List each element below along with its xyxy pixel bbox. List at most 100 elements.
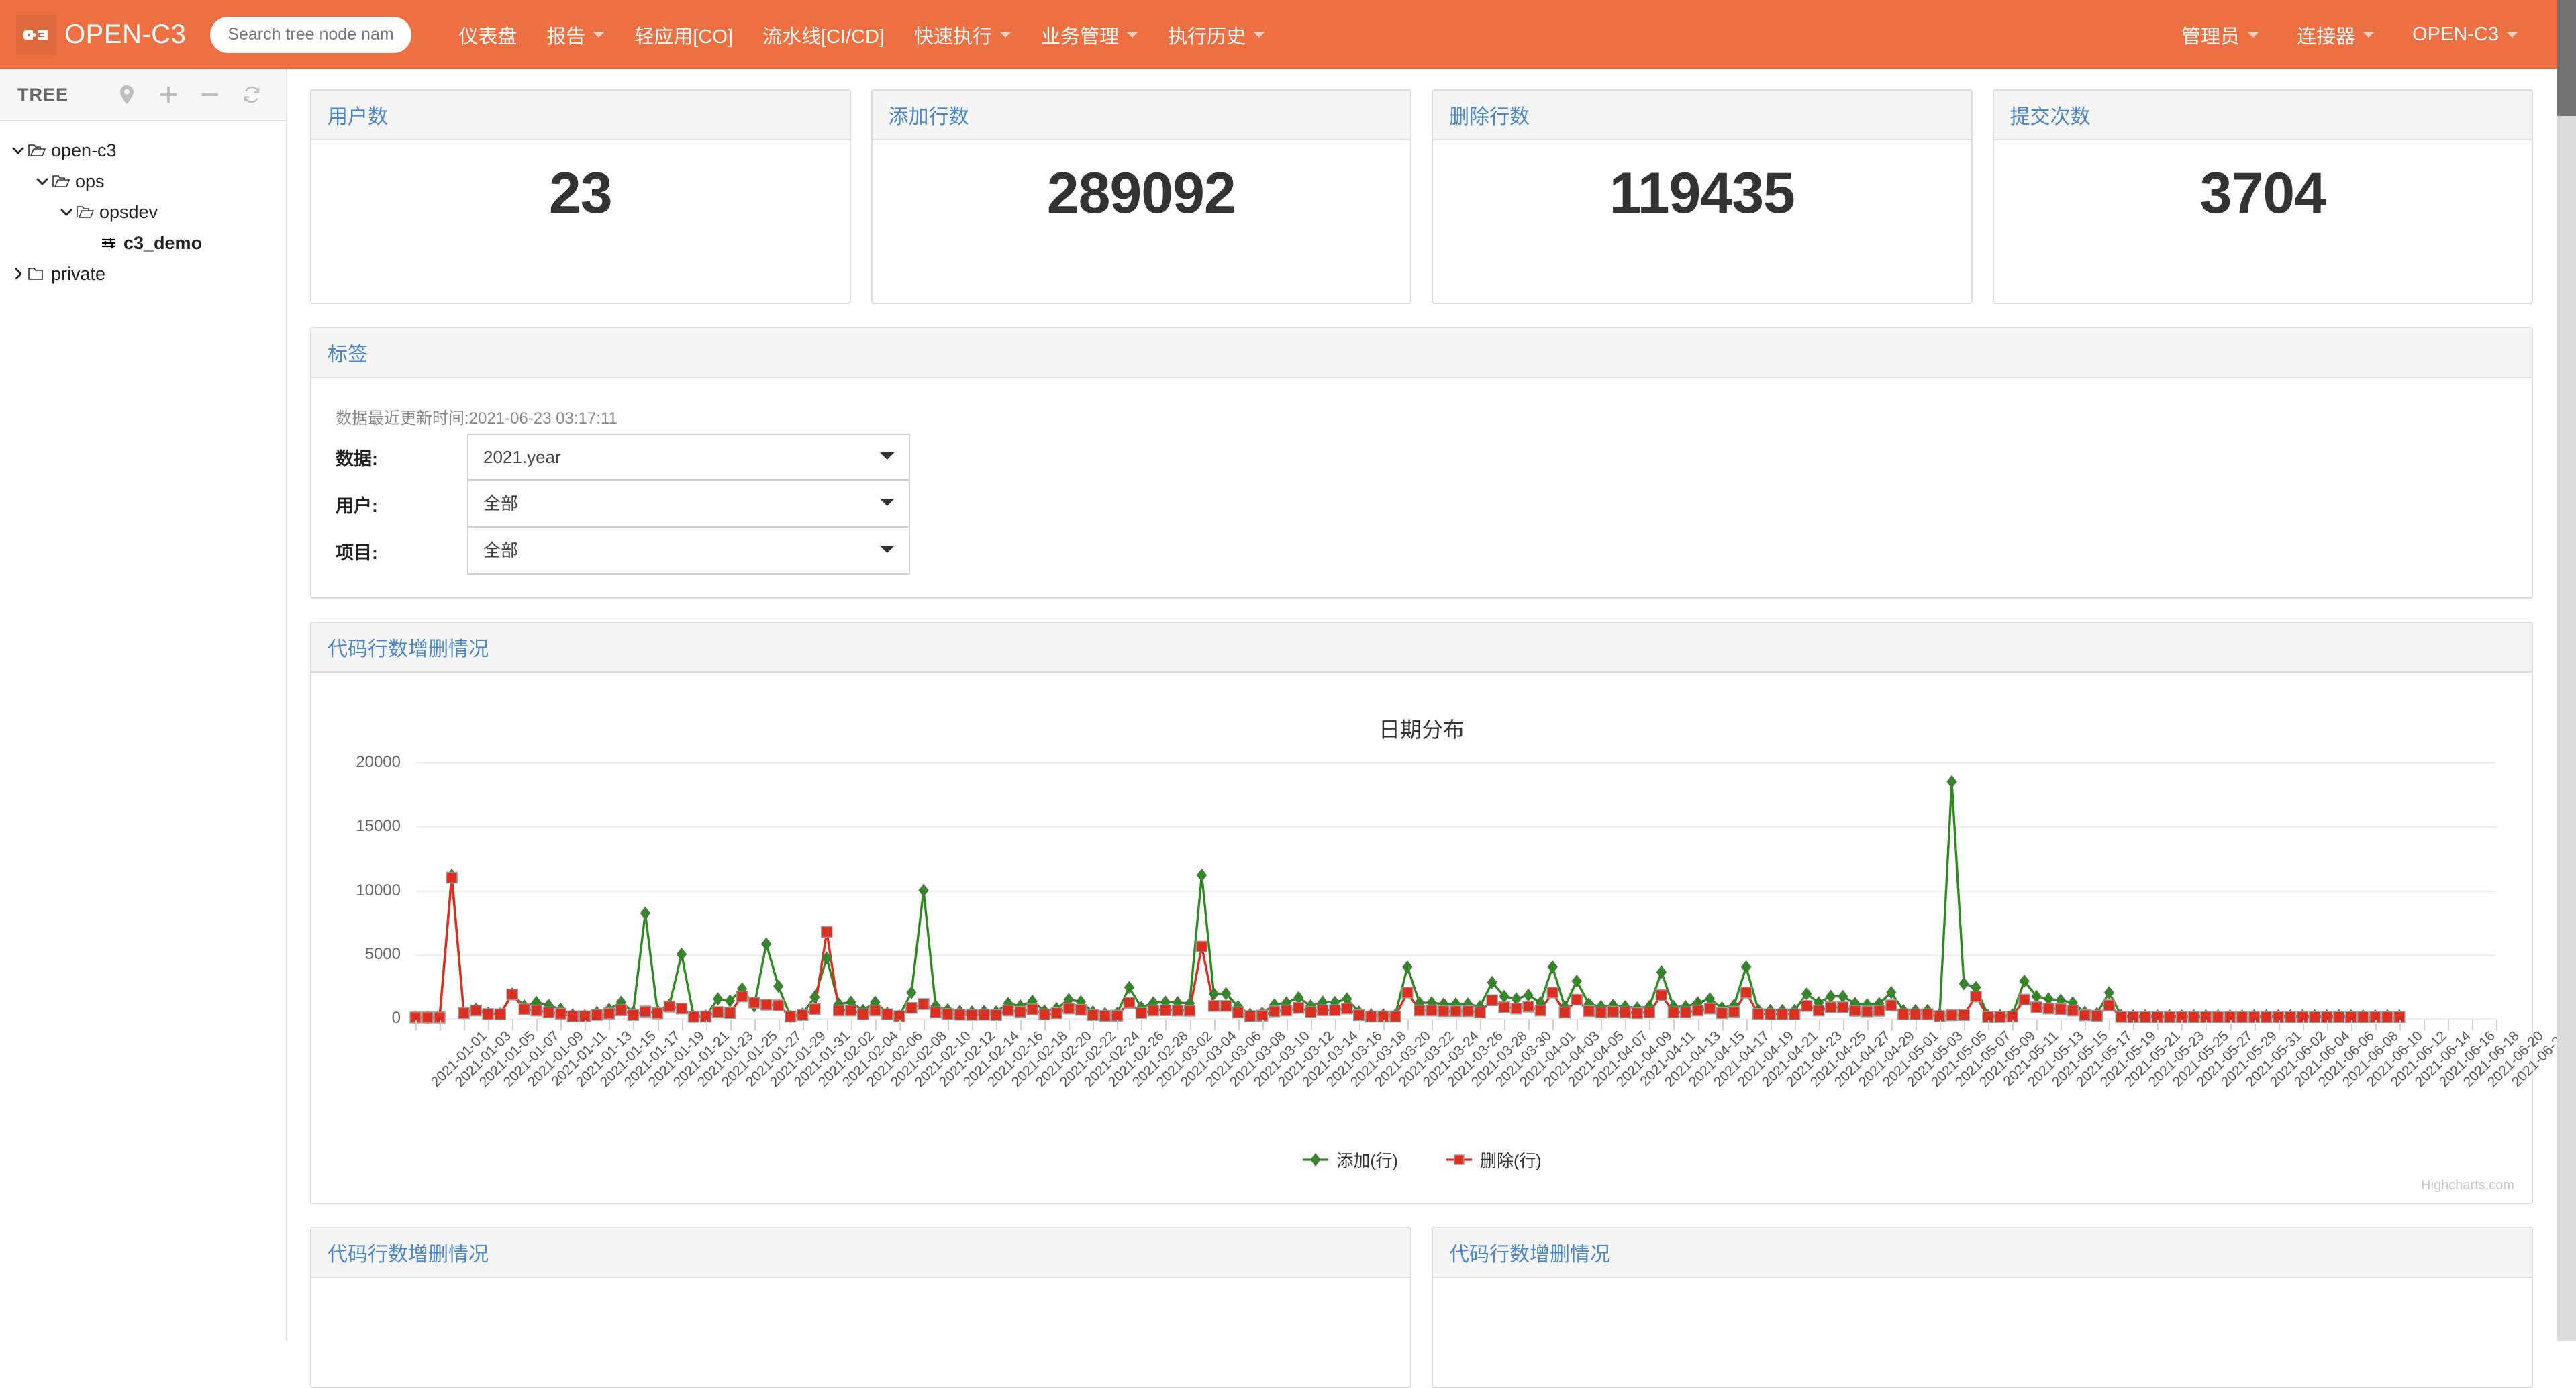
- nav-item-1[interactable]: 报告: [532, 21, 620, 49]
- tree-node-c3_demo[interactable]: c3_demo: [0, 228, 286, 258]
- filter-select-1[interactable]: 全部: [467, 481, 910, 528]
- nav-right-item-1[interactable]: 连接器: [2278, 21, 2393, 49]
- series-point-1: [858, 1009, 869, 1020]
- legend-item-0[interactable]: 添加(行): [1301, 1148, 1398, 1172]
- series-point-1: [1124, 997, 1134, 1008]
- series-point-1: [1438, 1006, 1449, 1017]
- tree-node-list: open-c3opsopsdevc3_demoprivate: [0, 121, 286, 289]
- remove-node-icon[interactable]: [189, 76, 231, 113]
- series-point-1: [1874, 1005, 1885, 1016]
- nav-right-item-0[interactable]: 管理员: [2163, 21, 2278, 49]
- series-point-1: [1173, 1005, 1183, 1016]
- series-point-1: [1741, 987, 1752, 998]
- legend-item-1[interactable]: 删除(行): [1445, 1148, 1542, 1172]
- x-axis-tickmark: [1214, 1020, 1216, 1030]
- tree-panel-title: TREE: [17, 85, 68, 105]
- x-axis-tickmark: [2085, 1020, 2086, 1030]
- x-axis-tickmark: [488, 1020, 489, 1030]
- x-axis-tickmark: [1649, 1020, 1650, 1030]
- x-axis-tickmark: [851, 1020, 852, 1030]
- series-point-1: [1330, 1005, 1340, 1015]
- search-box[interactable]: [210, 17, 411, 53]
- series-point-1: [1475, 1007, 1485, 1018]
- tree-node-opsdev[interactable]: opsdev: [0, 197, 286, 228]
- series-point-1: [470, 1005, 481, 1016]
- series-point-1: [603, 1008, 614, 1019]
- page-scrollbar-thumb[interactable]: [2557, 0, 2576, 116]
- nav-right-item-2[interactable]: OPEN-C3: [2393, 23, 2537, 46]
- tree-expand-right-icon[interactable]: [8, 268, 28, 280]
- tree-expand-down-icon[interactable]: [8, 146, 28, 155]
- x-axis-tickmark: [730, 1020, 732, 1030]
- series-point-1: [809, 1004, 820, 1015]
- open-c3-logo-icon: [16, 15, 56, 55]
- nav-item-2[interactable]: 轻应用[CO]: [620, 21, 748, 49]
- folder-closed-icon: [28, 266, 46, 281]
- x-axis-tickmark: [633, 1020, 634, 1030]
- x-axis-tickmark: [1311, 1020, 1312, 1030]
- nav-item-6[interactable]: 执行历史: [1153, 21, 1280, 49]
- series-point-1: [495, 1009, 505, 1020]
- top-navigation-bar: OPEN-C3 仪表盘报告轻应用[CO] 流水线[CI/CD] 快速执行业务管理执行…: [0, 0, 2557, 69]
- chevron-down-icon: [1253, 32, 1265, 38]
- x-axis-tickmark: [1795, 1020, 1796, 1030]
- series-point-1: [1136, 1007, 1146, 1018]
- x-axis-tickmark: [1819, 1020, 1820, 1030]
- filter-select-2[interactable]: 全部: [467, 528, 910, 575]
- series-point-1: [1342, 1003, 1352, 1014]
- stat-card-value: 3704: [2200, 160, 2326, 227]
- chart-credits: Highcharts.com: [2421, 1178, 2514, 1193]
- tree-node-private[interactable]: private: [0, 258, 286, 289]
- series-point-0: [774, 980, 783, 992]
- x-axis-tickmark: [464, 1020, 465, 1030]
- code-lines-chart-panel: 代码行数增删情况 日期分布 05000100001500020000 2021-…: [310, 622, 2533, 1204]
- x-axis-tickmark: [1746, 1020, 1748, 1030]
- x-axis-tickmark: [560, 1020, 562, 1030]
- series-point-1: [458, 1007, 469, 1018]
- brand[interactable]: OPEN-C3: [16, 15, 186, 55]
- x-axis-tickmark: [2255, 1020, 2256, 1030]
- series-point-1: [1414, 1005, 1425, 1016]
- series-point-1: [882, 1009, 893, 1020]
- search-input[interactable]: [210, 17, 411, 53]
- tree-toolbar: [106, 76, 273, 113]
- tree-expand-down-icon[interactable]: [56, 207, 77, 217]
- location-pin-icon[interactable]: [106, 76, 148, 113]
- nav-item-0[interactable]: 仪表盘: [444, 21, 532, 49]
- nav-item-5[interactable]: 业务管理: [1026, 21, 1153, 49]
- add-node-icon[interactable]: [148, 76, 189, 113]
- stat-card-title: 删除行数: [1449, 106, 1530, 128]
- refresh-tree-icon[interactable]: [231, 76, 273, 113]
- series-point-1: [677, 1003, 687, 1014]
- filter-select-0[interactable]: 2021.year: [467, 434, 910, 481]
- x-axis-tickmark: [609, 1020, 610, 1030]
- series-point-1: [1850, 1005, 1861, 1016]
- tree-expand-down-icon[interactable]: [32, 177, 52, 186]
- x-axis-tickmark: [2279, 1020, 2280, 1030]
- nav-item-3[interactable]: 流水线[CI/CD]: [748, 21, 899, 49]
- folder-open-icon: [28, 143, 46, 158]
- series-point-1: [797, 1009, 808, 1020]
- nav-item-4[interactable]: 快速执行: [899, 21, 1026, 49]
- nav-right-item-1-label: 连接器: [2297, 21, 2355, 49]
- nav-item-3-label: 流水线[CI/CD]: [762, 21, 885, 49]
- series-point-1: [2055, 1004, 2066, 1015]
- series-point-1: [1075, 1005, 1086, 1015]
- series-point-1: [591, 1009, 602, 1020]
- tree-node-open-c3[interactable]: open-c3: [0, 135, 286, 166]
- series-point-1: [1281, 1005, 1292, 1016]
- x-axis-tickmark: [803, 1020, 804, 1030]
- tree-node-ops[interactable]: ops: [0, 166, 286, 197]
- series-point-1: [1729, 1007, 1740, 1018]
- bottom-panel-header-0: 代码行数增删情况: [311, 1228, 1410, 1278]
- series-point-1: [761, 999, 772, 1010]
- series-point-1: [1910, 1009, 1921, 1020]
- series-point-1: [446, 873, 457, 883]
- page-scrollbar[interactable]: [2557, 0, 2576, 1341]
- chart-canvas: 日期分布 05000100001500020000 2021-01-012021…: [311, 673, 2532, 1203]
- legend-marker-icon: [1445, 1152, 1473, 1168]
- chart-panel-header: 代码行数增删情况: [311, 623, 2532, 673]
- series-point-1: [531, 1005, 542, 1016]
- stat-card-header-2: 删除行数: [1433, 91, 1971, 140]
- stat-card-row: 用户数23添加行数289092删除行数119435提交次数3704: [310, 89, 2533, 304]
